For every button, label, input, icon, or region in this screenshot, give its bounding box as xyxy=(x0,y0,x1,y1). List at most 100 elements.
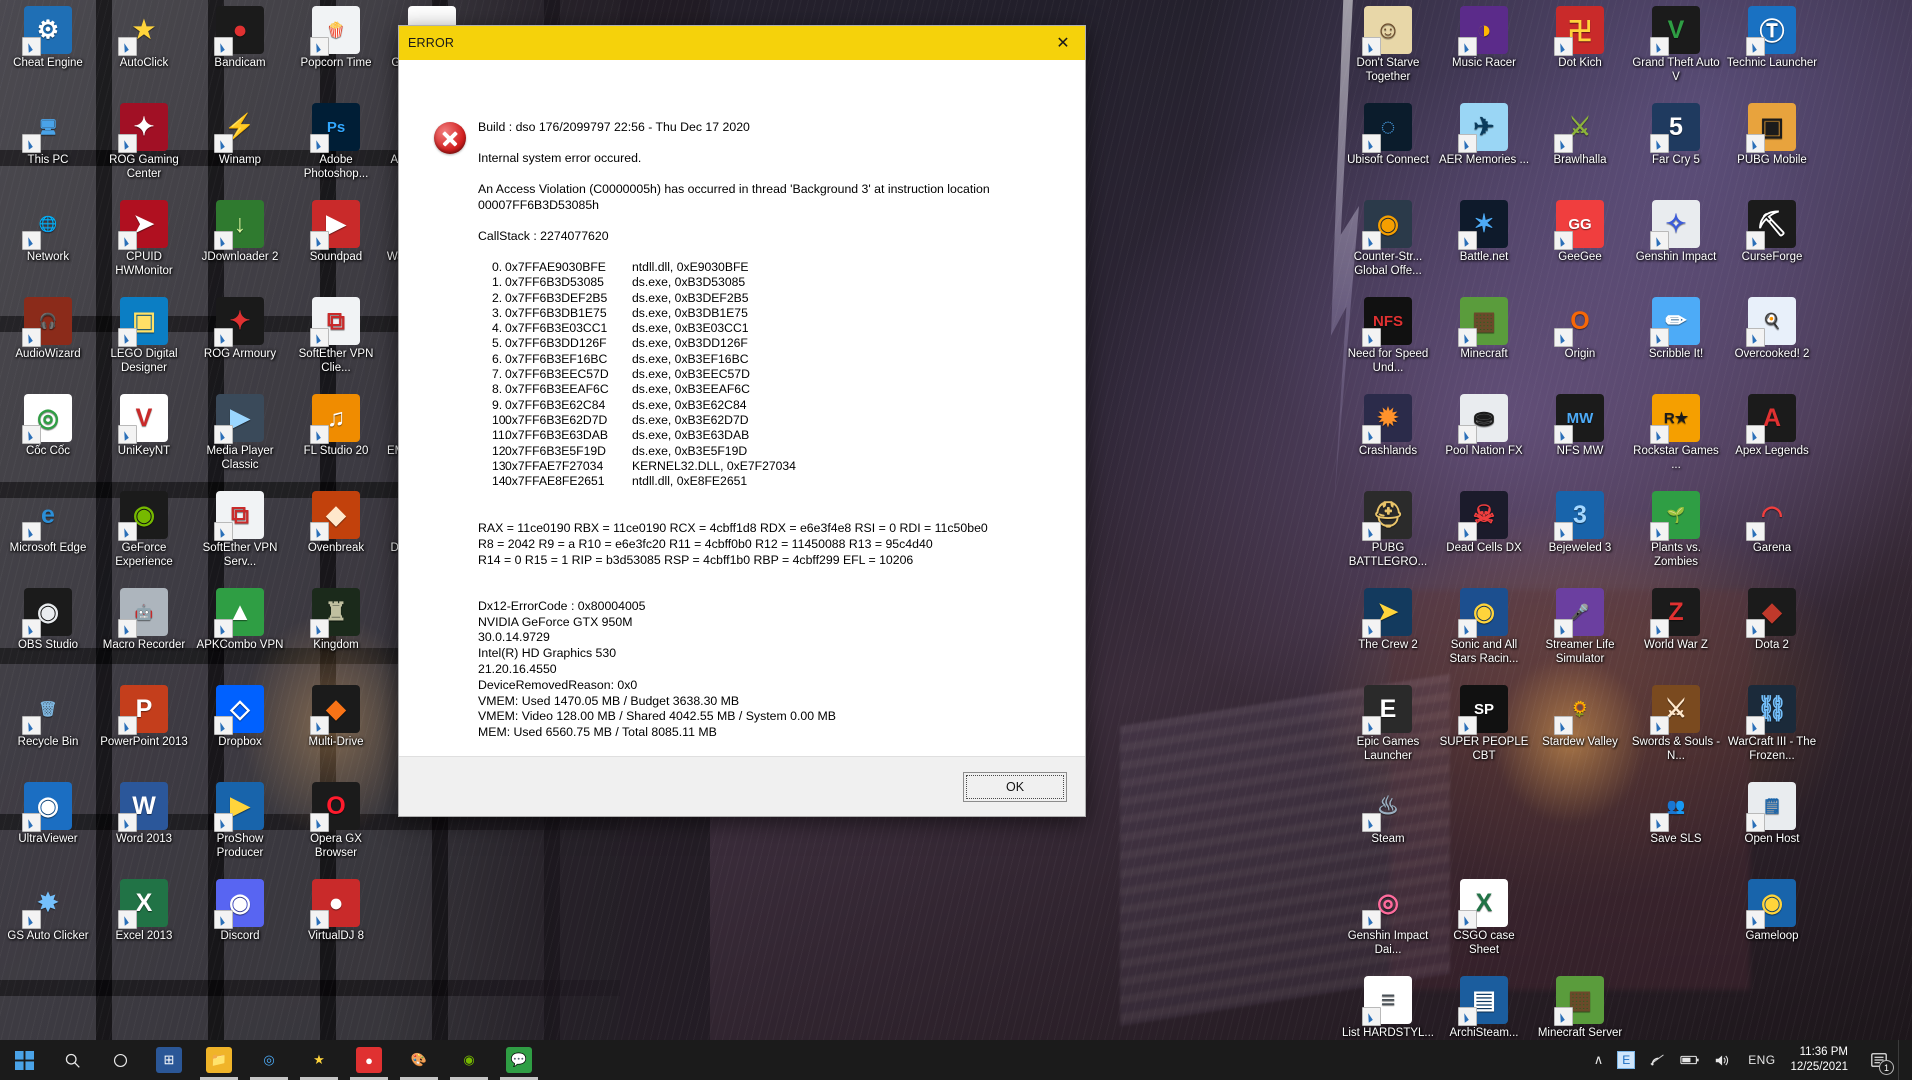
desktop-icon-proshow-producer-icon[interactable]: ▶ProShow Producer xyxy=(192,776,288,873)
desktop-icon-virtualdj-icon[interactable]: ●VirtualDJ 8 xyxy=(288,873,384,970)
taskbar-chat-app[interactable]: 💬 xyxy=(494,1040,544,1080)
ime-icon[interactable]: E xyxy=(1610,1040,1642,1080)
desktop-icon-this-pc-icon[interactable]: 🖥This PC xyxy=(0,97,96,194)
desktop-icon-need-for-speed-icon[interactable]: NFSNeed for Speed Und... xyxy=(1340,291,1436,388)
desktop-icon-unikeynt-icon[interactable]: VUniKeyNT xyxy=(96,388,192,485)
desktop-icon-recycle-bin-icon[interactable]: 🗑Recycle Bin xyxy=(0,679,96,776)
desktop-icon-kingdom-icon[interactable]: ♜Kingdom xyxy=(288,582,384,679)
desktop-icon-technic-launcher-icon[interactable]: ⓉTechnic Launcher xyxy=(1724,0,1820,97)
desktop-icon-multi-drive-icon[interactable]: ◆Multi-Drive xyxy=(288,679,384,776)
desktop-icon-adobe-photoshop-icon[interactable]: PsAdobe Photoshop... xyxy=(288,97,384,194)
desktop-icon-grand-theft-auto-v-icon[interactable]: VGrand Theft Auto V xyxy=(1628,0,1724,97)
desktop-icon-sonic-racing-icon[interactable]: ◉Sonic and All Stars Racin... xyxy=(1436,582,1532,679)
desktop-icon-dont-starve-together-icon[interactable]: ☺Don't Starve Together xyxy=(1340,0,1436,97)
desktop-icon-dota-2-icon[interactable]: ◆Dota 2 xyxy=(1724,582,1820,679)
desktop-icon-opera-gx-icon[interactable]: OOpera GX Browser xyxy=(288,776,384,873)
desktop-icon-scribble-it-icon[interactable]: ✏Scribble It! xyxy=(1628,291,1724,388)
desktop-icon-csgo-case-sheet-icon[interactable]: XCSGO case Sheet xyxy=(1436,873,1532,970)
desktop-icon-plants-vs-zombies-icon[interactable]: 🌱Plants vs. Zombies xyxy=(1628,485,1724,582)
desktop-icon-the-crew-2-icon[interactable]: ➤The Crew 2 xyxy=(1340,582,1436,679)
desktop-icon-streamer-life-simulator-icon[interactable]: 🎤Streamer Life Simulator xyxy=(1532,582,1628,679)
battery-icon[interactable] xyxy=(1673,1040,1707,1080)
desktop-icon-dead-cells-dx-icon[interactable]: ☠Dead Cells DX xyxy=(1436,485,1532,582)
desktop-icon-media-player-classic-icon[interactable]: ▶Media Player Classic xyxy=(192,388,288,485)
desktop-icon-popcorn-time-icon[interactable]: 🍿Popcorn Time xyxy=(288,0,384,97)
desktop-icon-warcraft-iii-icon[interactable]: ⛓WarCraft III - The Frozen... xyxy=(1724,679,1820,776)
desktop-icon-brawlhalla-icon[interactable]: ⚔Brawlhalla xyxy=(1532,97,1628,194)
desktop-icon-bejeweled-3-icon[interactable]: 3Bejeweled 3 xyxy=(1532,485,1628,582)
desktop-icon-ovenbreak-icon[interactable]: ◆Ovenbreak xyxy=(288,485,384,582)
desktop-icon-gs-auto-clicker-icon[interactable]: ✸GS Auto Clicker xyxy=(0,873,96,970)
desktop-icon-genshin-impact-icon[interactable]: ✧Genshin Impact xyxy=(1628,194,1724,291)
desktop-icon-word-2013-icon[interactable]: WWord 2013 xyxy=(96,776,192,873)
desktop-icon-winamp-icon[interactable]: ⚡Winamp xyxy=(192,97,288,194)
taskbar-file-explorer-app[interactable]: 📁 xyxy=(194,1040,244,1080)
desktop-icon-soundpad-icon[interactable]: ▶Soundpad xyxy=(288,194,384,291)
desktop-icon-audiowizard-icon[interactable]: 🎧AudioWizard xyxy=(0,291,96,388)
chevron-up-icon[interactable]: ∧ xyxy=(1587,1040,1611,1080)
desktop-icon-apex-legends-icon[interactable]: AApex Legends xyxy=(1724,388,1820,485)
desktop-icon-nfs-mw-icon[interactable]: MWNFS MW xyxy=(1532,388,1628,485)
start-button[interactable] xyxy=(0,1040,48,1080)
desktop-icon-pubg-mobile-icon[interactable]: ▣PUBG Mobile xyxy=(1724,97,1820,194)
desktop-icon-origin-icon[interactable]: OOrigin xyxy=(1532,291,1628,388)
desktop-icon-rog-gaming-center-icon[interactable]: ✦ROG Gaming Center xyxy=(96,97,192,194)
desktop-icon-crashlands-icon[interactable]: ✹Crashlands xyxy=(1340,388,1436,485)
desktop-icon-super-people-cbt-icon[interactable]: SPSUPER PEOPLE CBT xyxy=(1436,679,1532,776)
desktop-icon-far-cry-5-icon[interactable]: 5Far Cry 5 xyxy=(1628,97,1724,194)
wifi-icon[interactable] xyxy=(1642,1040,1673,1080)
desktop-icon-dropbox-icon[interactable]: ◇Dropbox xyxy=(192,679,288,776)
clock[interactable]: 11:36 PM 12/25/2021 xyxy=(1784,1040,1860,1080)
desktop-icon-gameloop-icon[interactable]: ◉Gameloop xyxy=(1724,873,1820,970)
desktop-icon-network-icon[interactable]: 🌐Network xyxy=(0,194,96,291)
desktop-icon-swords-and-souls-icon[interactable]: ⚔Swords & Souls - N... xyxy=(1628,679,1724,776)
volume-icon[interactable] xyxy=(1707,1040,1739,1080)
desktop-icon-music-racer-icon[interactable]: ◑Music Racer xyxy=(1436,0,1532,97)
show-desktop-button[interactable] xyxy=(1898,1040,1906,1080)
desktop-icon-apkcombo-vpn-icon[interactable]: ▲APKCombo VPN xyxy=(192,582,288,679)
desktop-icon-discord-icon[interactable]: ◉Discord xyxy=(192,873,288,970)
desktop-icon-microsoft-edge-icon[interactable]: eMicrosoft Edge xyxy=(0,485,96,582)
desktop-icon-coc-coc-icon[interactable]: ◎Cốc Cốc xyxy=(0,388,96,485)
desktop-icon-geegee-icon[interactable]: GGGeeGee xyxy=(1532,194,1628,291)
desktop-icon-ubisoft-connect-icon[interactable]: ◌Ubisoft Connect xyxy=(1340,97,1436,194)
taskbar-nvidia-app[interactable]: ◉ xyxy=(444,1040,494,1080)
desktop-icon-genshin-impact-daily-icon[interactable]: ◎Genshin Impact Dai... xyxy=(1340,873,1436,970)
desktop-icon-pubg-battlegrounds-icon[interactable]: ⛑PUBG BATTLEGRO... xyxy=(1340,485,1436,582)
desktop-icon-softether-vpn-server-icon[interactable]: ⧉SoftEther VPN Serv... xyxy=(192,485,288,582)
taskbar-coc-coc-browser-app[interactable]: ◎ xyxy=(244,1040,294,1080)
desktop-icon-softether-vpn-client-icon[interactable]: ⧉SoftEther VPN Clie... xyxy=(288,291,384,388)
desktop-icon-garena-icon[interactable]: ◠Garena xyxy=(1724,485,1820,582)
desktop-icon-bandicam-icon[interactable]: ●Bandicam xyxy=(192,0,288,97)
desktop-icon-ultraviewer-icon[interactable]: ◉UltraViewer xyxy=(0,776,96,873)
desktop-icon-save-sls-icon[interactable]: 👥Save SLS xyxy=(1628,776,1724,873)
desktop-icon-world-war-z-icon[interactable]: ZWorld War Z xyxy=(1628,582,1724,679)
desktop-icon-counter-strike-go-icon[interactable]: ◉Counter-Str... Global Offe... xyxy=(1340,194,1436,291)
desktop-icon-overcooked-2-icon[interactable]: 🍳Overcooked! 2 xyxy=(1724,291,1820,388)
desktop-icon-excel-2013-icon[interactable]: XExcel 2013 xyxy=(96,873,192,970)
desktop-icon-lego-digital-designer-icon[interactable]: ▣LEGO Digital Designer xyxy=(96,291,192,388)
desktop-icon-macro-recorder-icon[interactable]: 🤖Macro Recorder xyxy=(96,582,192,679)
desktop-icon-battle-net-icon[interactable]: ✶Battle.net xyxy=(1436,194,1532,291)
taskbar-recording-app[interactable]: ● xyxy=(344,1040,394,1080)
desktop-icon-obs-studio-icon[interactable]: ◉OBS Studio xyxy=(0,582,96,679)
taskbar-paint-app[interactable]: 🎨 xyxy=(394,1040,444,1080)
desktop-icon-dot-kich-icon[interactable]: 卍Dot Kich xyxy=(1532,0,1628,97)
desktop-icon-cpuid-hwmonitor-icon[interactable]: ➤CPUID HWMonitor xyxy=(96,194,192,291)
desktop-icon-aer-memories-icon[interactable]: ✈AER Memories ... xyxy=(1436,97,1532,194)
desktop-icon-pool-nation-fx-icon[interactable]: ⛂Pool Nation FX xyxy=(1436,388,1532,485)
ok-button[interactable]: OK xyxy=(963,772,1067,802)
desktop-icon-rog-armoury-icon[interactable]: ✦ROG Armoury xyxy=(192,291,288,388)
desktop-icon-steam-icon[interactable]: ♨Steam xyxy=(1340,776,1436,873)
task-view-icon[interactable] xyxy=(96,1040,144,1080)
desktop-icon-rockstar-games-icon[interactable]: R★Rockstar Games ... xyxy=(1628,388,1724,485)
desktop-icon-cheat-engine-icon[interactable]: ⚙Cheat Engine xyxy=(0,0,96,97)
search-icon[interactable] xyxy=(48,1040,96,1080)
desktop-icon-fl-studio-icon[interactable]: ♫FL Studio 20 xyxy=(288,388,384,485)
desktop-icon-minecraft-icon[interactable]: ▦Minecraft xyxy=(1436,291,1532,388)
close-icon[interactable]: ✕ xyxy=(1041,26,1085,60)
action-center-icon[interactable]: 1 xyxy=(1860,1040,1898,1080)
desktop-icon-open-host-icon[interactable]: 🗒Open Host xyxy=(1724,776,1820,873)
desktop-icon-curseforge-icon[interactable]: ⛏CurseForge xyxy=(1724,194,1820,291)
taskbar-starred-app[interactable]: ★ xyxy=(294,1040,344,1080)
